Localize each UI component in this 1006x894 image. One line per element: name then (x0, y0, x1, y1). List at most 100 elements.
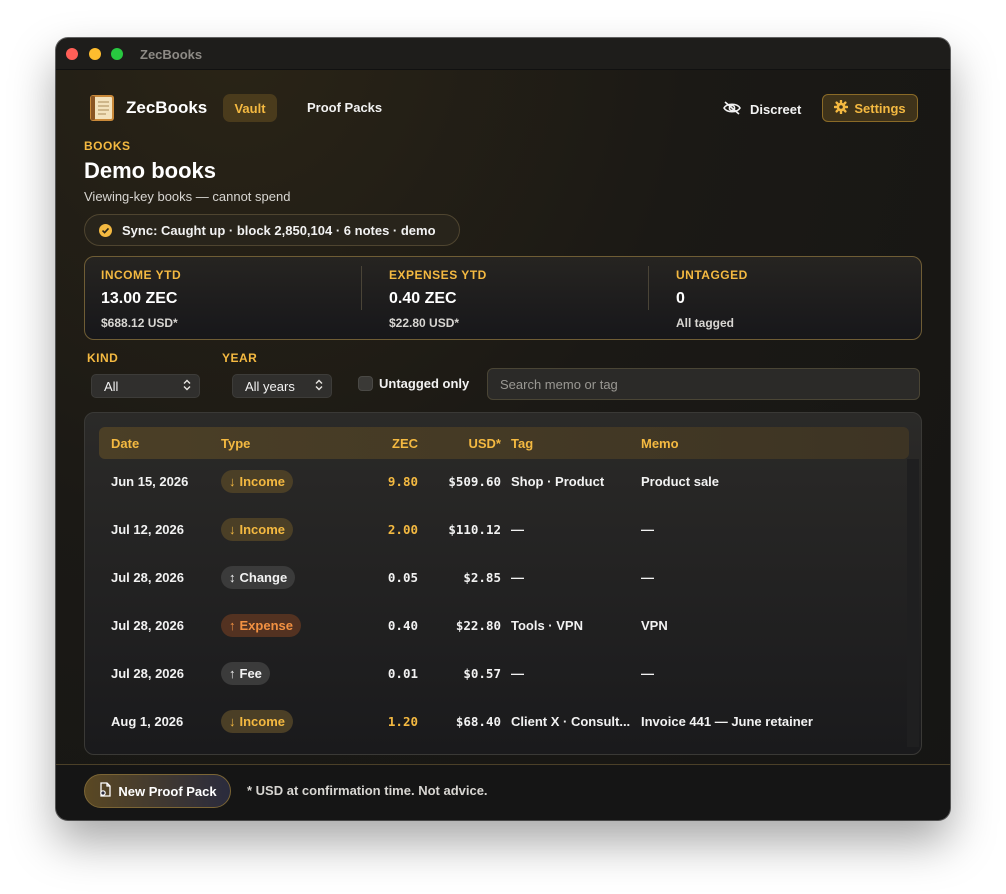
settings-button[interactable]: Settings (822, 94, 918, 122)
type-badge-change: ↕ Change (221, 566, 296, 589)
year-select[interactable]: All years (232, 374, 332, 398)
row-date: Aug 1, 2026 (111, 714, 184, 729)
row-tag: — (511, 666, 524, 681)
settings-label: Settings (854, 100, 906, 116)
stat-divider (361, 266, 362, 310)
row-usd: $0.57 (463, 666, 501, 681)
row-memo: Invoice 441 — June retainer (641, 714, 813, 729)
stat-label: UNTAGGED (676, 268, 748, 282)
table-scrollbar[interactable] (907, 459, 919, 747)
discreet-toggle[interactable]: Discreet (722, 100, 801, 119)
book-icon (89, 94, 115, 122)
type-badge-income: ↓ Income (221, 518, 294, 541)
row-tag: Shop · Product (511, 474, 605, 489)
page-subtitle: Viewing-key books — cannot spend (84, 189, 291, 204)
untagged-only-toggle[interactable]: Untagged only (358, 376, 469, 391)
row-zec: 2.00 (387, 522, 418, 537)
sync-status-text: Sync: Caught up · block 2,850,104 · 6 no… (122, 222, 436, 238)
search-input[interactable] (487, 368, 920, 400)
table-row[interactable]: Jun 15, 2026 ↓ Income 9.80 $509.60 Shop … (99, 459, 895, 507)
row-usd: $22.80 (455, 618, 501, 633)
stat-value: 0.40 ZEC (389, 290, 457, 307)
row-date: Jul 28, 2026 (111, 666, 184, 681)
type-badge-expense: ↑ Expense (221, 614, 301, 637)
section-eyebrow: BOOKS (84, 139, 131, 153)
stat-sub: All tagged (676, 316, 735, 330)
stat-value: 0 (676, 290, 685, 307)
untagged-only-checkbox[interactable] (358, 376, 373, 391)
maximize-window-button[interactable] (111, 48, 123, 60)
untagged-only-label: Untagged only (379, 376, 470, 391)
kind-select-value: All (104, 378, 119, 394)
tab-proof-packs[interactable]: Proof Packs (307, 100, 382, 115)
row-tag: — (511, 522, 524, 537)
row-usd: $68.40 (455, 714, 501, 729)
type-badge-fee: ↑ Fee (221, 662, 270, 685)
row-memo: — (641, 522, 654, 537)
stat-sub: $22.80 USD* (389, 316, 460, 330)
row-date: Jun 15, 2026 (111, 474, 189, 489)
stat-label: EXPENSES YTD (389, 268, 487, 282)
row-zec: 9.80 (387, 474, 418, 489)
new-proof-pack-button[interactable]: New Proof Pack (84, 774, 231, 808)
table-row[interactable]: Jul 28, 2026 ↑ Fee 0.01 $0.57 — — (99, 651, 895, 699)
close-window-button[interactable] (66, 48, 78, 60)
arrow-up-icon: ↑ (229, 666, 236, 681)
table-row[interactable]: Jul 28, 2026 ↕ Change 0.05 $2.85 — — (99, 555, 895, 603)
row-tag: Tools · VPN (511, 618, 583, 633)
column-header-type[interactable]: Type (221, 436, 250, 451)
row-zec: 0.05 (387, 570, 418, 585)
type-label: Income (239, 714, 286, 729)
transactions-table: Date Type ZEC USD* Tag Memo Jun 15, 2026… (84, 412, 922, 755)
table-row[interactable]: Jul 12, 2026 ↓ Income 2.00 $110.12 — — (99, 507, 895, 555)
kind-select[interactable]: All (91, 374, 200, 398)
column-header-date[interactable]: Date (111, 436, 139, 451)
year-select-value: All years (245, 378, 295, 394)
arrow-updown-icon: ↕ (229, 570, 236, 585)
row-zec: 0.40 (387, 618, 418, 633)
type-label: Income (239, 522, 286, 537)
column-header-tag[interactable]: Tag (511, 436, 533, 451)
kind-filter-label: KIND (87, 351, 119, 365)
page-title: Demo books (84, 158, 217, 183)
window-title: ZecBooks (140, 47, 203, 62)
minimize-window-button[interactable] (89, 48, 101, 60)
row-date: Jul 12, 2026 (111, 522, 184, 537)
chevron-updown-icon (183, 379, 191, 394)
type-label: Income (239, 474, 286, 489)
footer-bar: New Proof Pack * USD at confirmation tim… (56, 764, 950, 820)
row-usd: $110.12 (448, 522, 501, 537)
row-memo: — (641, 570, 654, 585)
eye-slash-icon (722, 100, 742, 119)
column-header-memo[interactable]: Memo (641, 436, 679, 451)
table-header: Date Type ZEC USD* Tag Memo (99, 427, 909, 459)
row-date: Jul 28, 2026 (111, 618, 184, 633)
discreet-label: Discreet (750, 102, 802, 117)
app-window: ZecBooks ZecBooks Vault Proof Packs Disc… (56, 38, 950, 820)
column-header-zec[interactable]: ZEC (361, 436, 418, 451)
row-memo: Product sale (641, 474, 720, 489)
tab-vault[interactable]: Vault (223, 94, 277, 122)
stat-divider (648, 266, 649, 310)
summary-stats: INCOME YTD 13.00 ZEC $688.12 USD* EXPENS… (84, 256, 922, 340)
row-usd: $2.85 (463, 570, 501, 585)
stat-label: INCOME YTD (101, 268, 182, 282)
gear-icon (833, 99, 849, 117)
stat-value: 13.00 ZEC (101, 290, 178, 307)
sync-status-badge: Sync: Caught up · block 2,850,104 · 6 no… (84, 214, 460, 246)
stat-sub: $688.12 USD* (101, 316, 178, 330)
row-memo: VPN (641, 618, 668, 633)
row-tag: — (511, 570, 524, 585)
new-proof-pack-label: New Proof Pack (118, 783, 217, 799)
chevron-updown-icon (315, 379, 323, 394)
row-memo: — (641, 666, 654, 681)
row-date: Jul 28, 2026 (111, 570, 184, 585)
table-row[interactable]: Aug 1, 2026 ↓ Income 1.20 $68.40 Client … (99, 699, 895, 747)
column-header-usd[interactable]: USD* (430, 436, 501, 451)
type-label: Change (239, 570, 288, 585)
table-row[interactable]: Jul 28, 2026 ↑ Expense 0.40 $22.80 Tools… (99, 603, 895, 651)
footer-disclaimer: * USD at confirmation time. Not advice. (247, 783, 488, 798)
title-bar: ZecBooks (56, 38, 950, 70)
year-filter-label: YEAR (222, 351, 258, 365)
row-tag: Client X · Consult... (511, 714, 631, 729)
